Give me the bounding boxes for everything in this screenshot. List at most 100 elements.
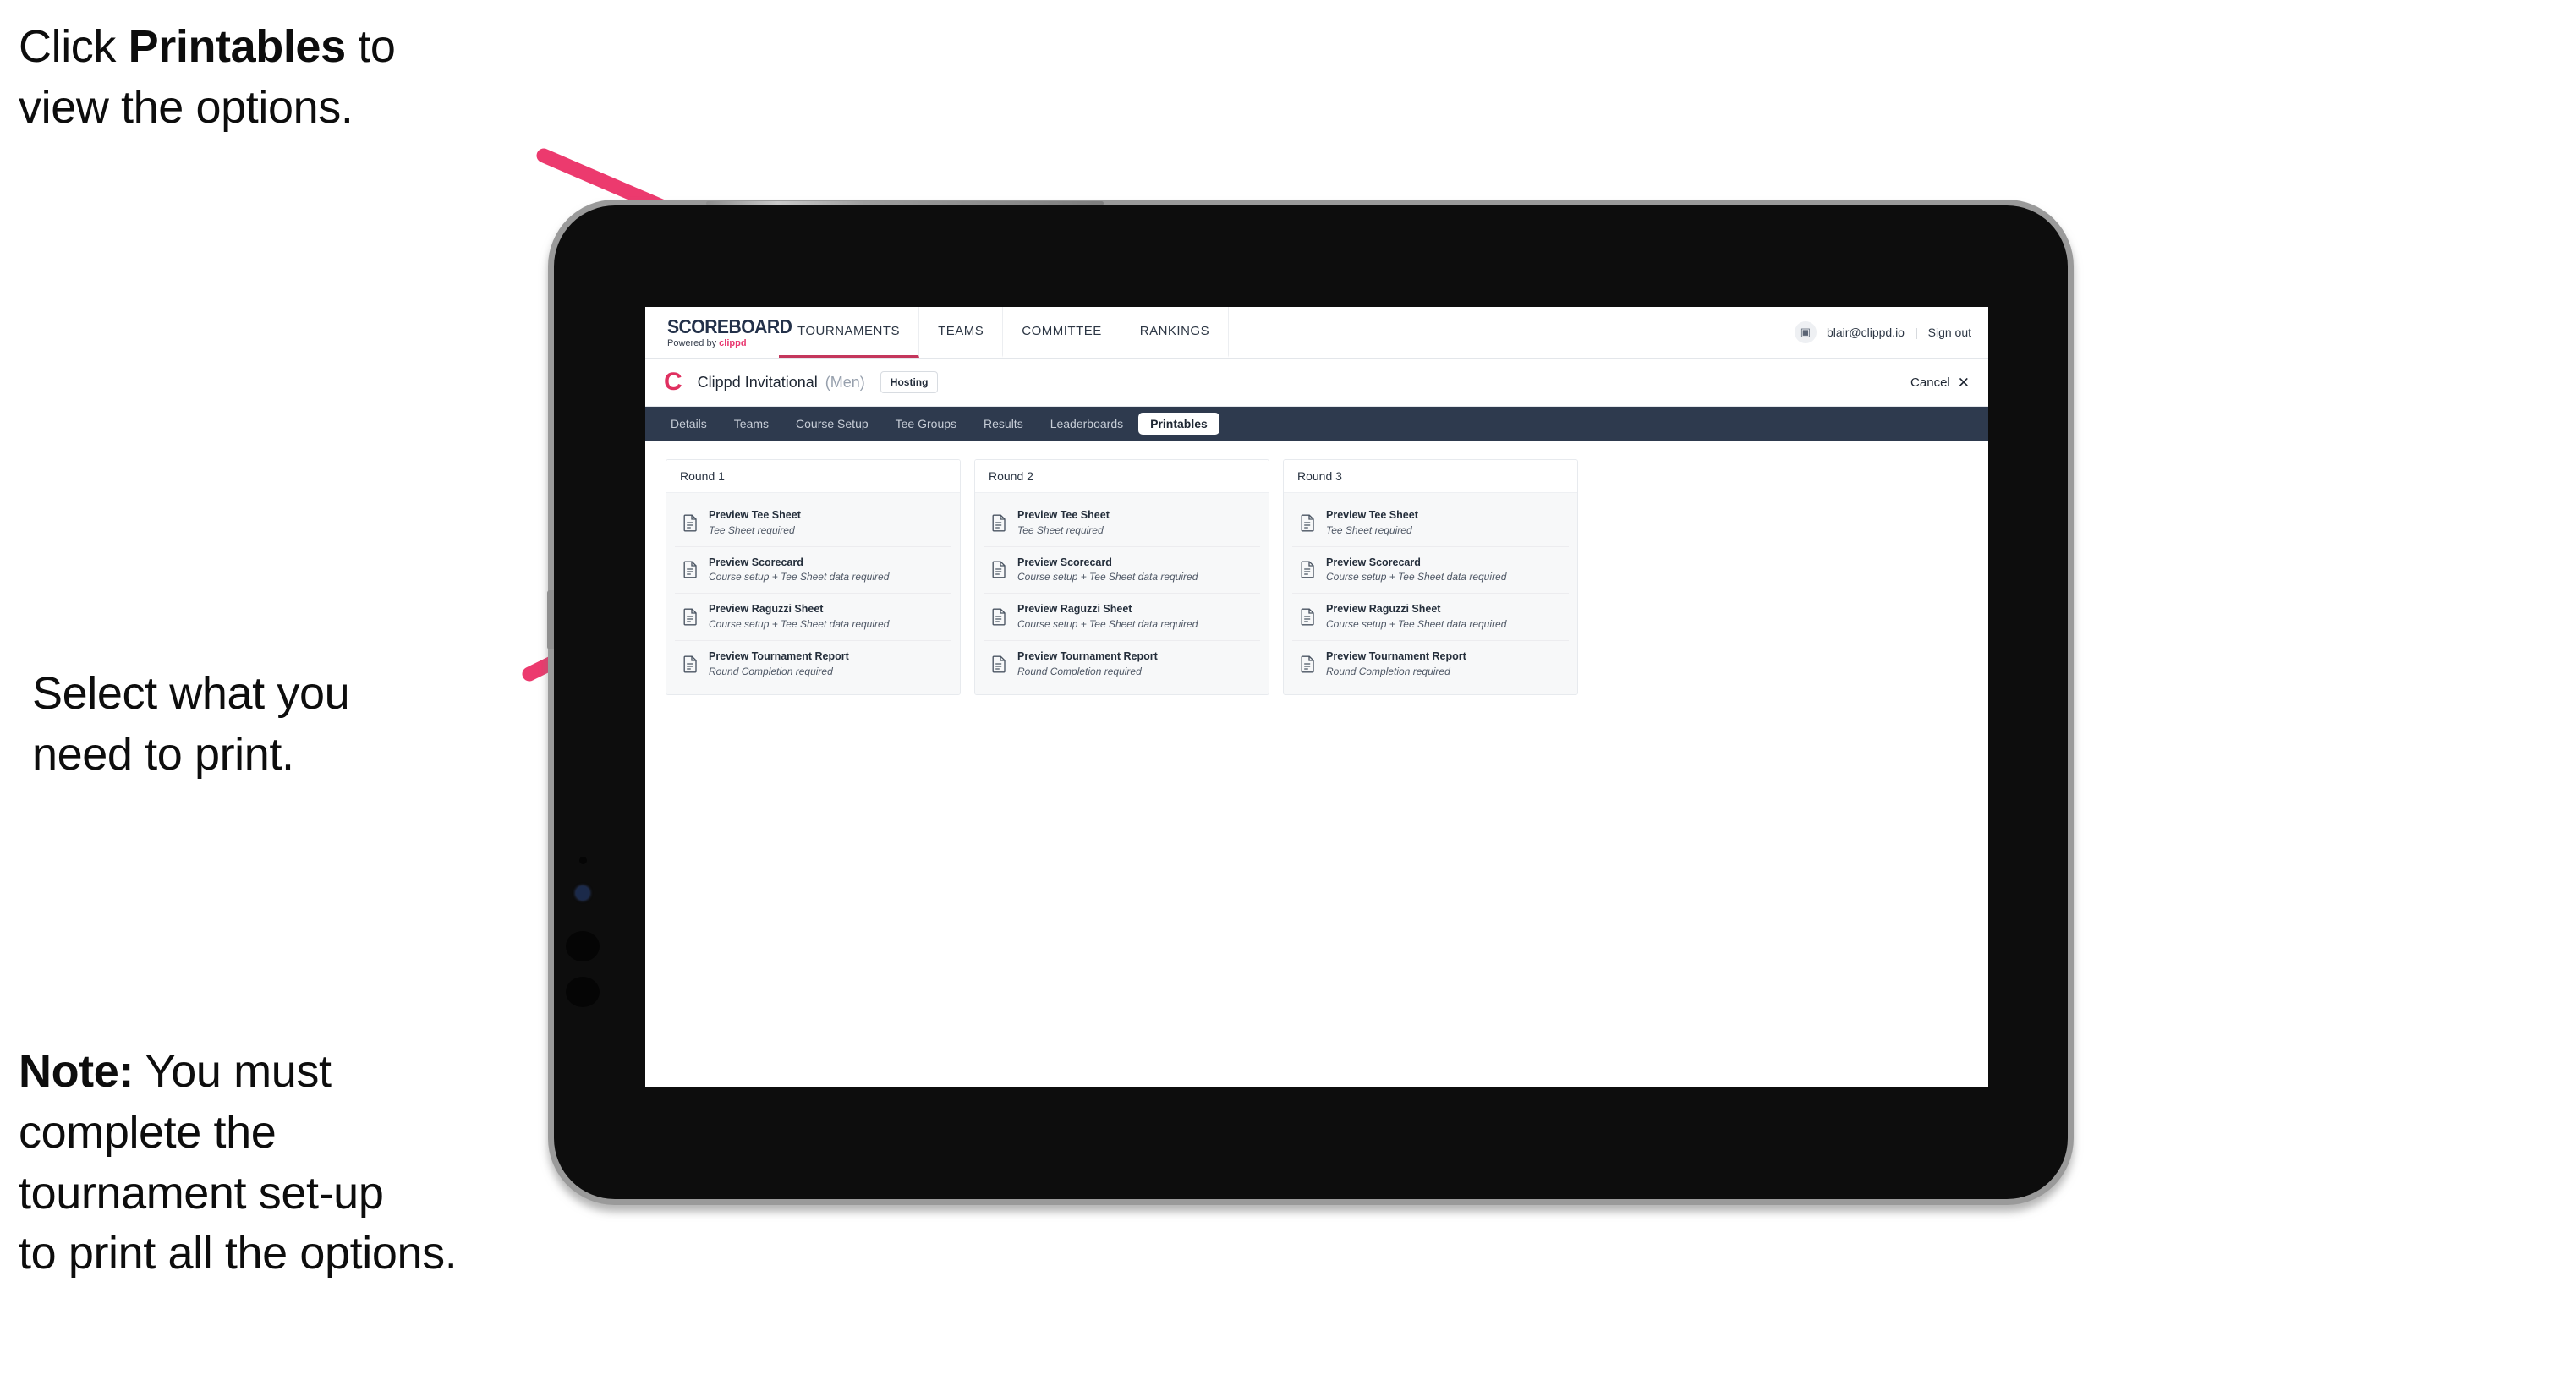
document-row-r3-1[interactable]: Preview Tee Sheet Tee Sheet required [1292, 500, 1569, 547]
document-icon [992, 514, 1006, 532]
document-row-r3-2[interactable]: Preview Scorecard Course setup + Tee She… [1292, 546, 1569, 594]
document-icon [1301, 655, 1315, 673]
tablet-sensor-icon [579, 857, 587, 864]
round-title-2: Round 2 [975, 460, 1269, 493]
document-icon [683, 655, 698, 673]
brand-title: SCOREBOARD [667, 315, 792, 337]
document-title: Preview Tournament Report [1326, 649, 1466, 662]
document-subtitle: Course setup + Tee Sheet data required [1017, 571, 1198, 583]
tab-teams[interactable]: Teams [722, 413, 781, 435]
document-text: Preview Tee Sheet Tee Sheet required [1326, 509, 1418, 537]
document-row-r1-1[interactable]: Preview Tee Sheet Tee Sheet required [675, 500, 951, 547]
document-icon [1301, 561, 1315, 578]
topnav-item-rankings[interactable]: RANKINGS [1121, 307, 1230, 358]
annotation-click-printables: Click Printables to view the options. [19, 17, 577, 139]
tablet-camera-icon [576, 886, 589, 900]
top-navigation-bar: SCOREBOARD Powered by clippd TOURNAMENTS… [645, 307, 1988, 359]
document-subtitle: Tee Sheet required [709, 523, 795, 536]
annotation-click-prefix: Click [19, 21, 129, 72]
document-subtitle: Tee Sheet required [1017, 523, 1104, 536]
document-subtitle: Tee Sheet required [1326, 523, 1412, 536]
document-subtitle: Round Completion required [1326, 665, 1450, 677]
document-row-r1-4[interactable]: Preview Tournament Report Round Completi… [675, 640, 951, 688]
document-title: Preview Raguzzi Sheet [1017, 603, 1132, 616]
round-title-1: Round 1 [666, 460, 960, 493]
user-email-label: blair@clippd.io [1826, 326, 1905, 339]
document-subtitle: Course setup + Tee Sheet data required [709, 617, 890, 630]
document-title: Preview Tee Sheet [1326, 509, 1418, 521]
tab-printables[interactable]: Printables [1138, 413, 1219, 435]
tablet-device-frame: SCOREBOARD Powered by clippd TOURNAMENTS… [547, 201, 2068, 1199]
tournament-gender-label: (Men) [825, 373, 865, 391]
topnav-item-committee[interactable]: COMMITTEE [1003, 307, 1121, 358]
tab-results[interactable]: Results [972, 413, 1035, 435]
document-title: Preview Tournament Report [1017, 649, 1158, 662]
document-subtitle: Round Completion required [709, 665, 833, 677]
tablet-side-button[interactable] [547, 590, 554, 649]
topnav-item-tournaments[interactable]: TOURNAMENTS [779, 307, 920, 358]
document-title: Preview Scorecard [1017, 556, 1112, 568]
document-row-r3-4[interactable]: Preview Tournament Report Round Completi… [1292, 640, 1569, 688]
document-row-r2-3[interactable]: Preview Raguzzi Sheet Course setup + Tee… [984, 594, 1260, 641]
cancel-label: Cancel [1910, 375, 1950, 390]
tab-leaderboards[interactable]: Leaderboards [1039, 413, 1135, 435]
annotation-note-bold: Note: [19, 1046, 134, 1097]
document-text: Preview Tee Sheet Tee Sheet required [709, 509, 801, 537]
document-text: Preview Scorecard Course setup + Tee She… [1017, 556, 1198, 584]
tab-course-setup[interactable]: Course Setup [784, 413, 880, 435]
cancel-button[interactable]: Cancel ✕ [1910, 375, 1970, 390]
document-subtitle: Course setup + Tee Sheet data required [1326, 617, 1507, 630]
user-avatar-icon[interactable]: ▣ [1794, 321, 1817, 343]
annotation-select-print: Select what you need to print. [32, 668, 350, 780]
document-icon [1301, 608, 1315, 626]
round-document-list: Preview Tee Sheet Tee Sheet required Pre… [1284, 493, 1577, 694]
document-row-r1-2[interactable]: Preview Scorecard Course setup + Tee She… [675, 546, 951, 594]
tournament-tab-strip: Details Teams Course Setup Tee Groups Re… [645, 407, 1988, 441]
clippd-c-logo-icon: C [664, 368, 682, 396]
document-text: Preview Scorecard Course setup + Tee She… [709, 556, 889, 584]
document-text: Preview Scorecard Course setup + Tee She… [1326, 556, 1506, 584]
topnav-user-area: ▣ blair@clippd.io | Sign out [1794, 307, 1988, 358]
tablet-bezel-dot-bottom [566, 977, 600, 1007]
round-document-list: Preview Tee Sheet Tee Sheet required Pre… [975, 493, 1269, 694]
tab-details[interactable]: Details [659, 413, 719, 435]
document-row-r2-2[interactable]: Preview Scorecard Course setup + Tee She… [984, 546, 1260, 594]
document-title: Preview Tee Sheet [1017, 509, 1110, 521]
document-title: Preview Scorecard [709, 556, 803, 568]
document-subtitle: Course setup + Tee Sheet data required [1326, 571, 1507, 583]
brand-sub-prefix: Powered by [667, 337, 720, 348]
document-icon [683, 514, 698, 532]
round-document-list: Preview Tee Sheet Tee Sheet required Pre… [666, 493, 960, 694]
document-text: Preview Raguzzi Sheet Course setup + Tee… [1326, 603, 1506, 631]
document-subtitle: Course setup + Tee Sheet data required [709, 571, 890, 583]
annotation-click-bold: Printables [128, 21, 346, 72]
sign-out-link[interactable]: Sign out [1928, 326, 1971, 339]
document-row-r3-3[interactable]: Preview Raguzzi Sheet Course setup + Tee… [1292, 594, 1569, 641]
tab-tee-groups[interactable]: Tee Groups [884, 413, 968, 435]
hosting-status-badge: Hosting [880, 371, 939, 393]
document-icon [683, 608, 698, 626]
document-icon [992, 561, 1006, 578]
document-text: Preview Raguzzi Sheet Course setup + Tee… [1017, 603, 1198, 631]
round-column-2: Round 2 Preview Tee Sheet Tee Sheet requ… [974, 459, 1269, 695]
document-text: Preview Raguzzi Sheet Course setup + Tee… [709, 603, 889, 631]
document-row-r1-3[interactable]: Preview Raguzzi Sheet Course setup + Tee… [675, 594, 951, 641]
tournament-name: Clippd Invitational [697, 373, 818, 391]
document-title: Preview Tee Sheet [709, 509, 801, 521]
document-subtitle: Round Completion required [1017, 665, 1142, 677]
brand-sub-keyword: clippd [719, 337, 747, 348]
document-text: Preview Tournament Report Round Completi… [1326, 650, 1466, 678]
document-row-r2-1[interactable]: Preview Tee Sheet Tee Sheet required [984, 500, 1260, 547]
scoreboard-logo[interactable]: SCOREBOARD Powered by clippd [645, 307, 792, 358]
document-text: Preview Tournament Report Round Completi… [709, 650, 849, 678]
close-icon: ✕ [1957, 374, 1970, 391]
document-row-r2-4[interactable]: Preview Tournament Report Round Completi… [984, 640, 1260, 688]
document-icon [683, 561, 698, 578]
document-icon [1301, 514, 1315, 532]
document-icon [992, 655, 1006, 673]
document-title: Preview Raguzzi Sheet [1326, 603, 1441, 616]
topnav-item-teams[interactable]: TEAMS [919, 307, 1004, 358]
tablet-bezel-dot-top [566, 931, 600, 961]
document-subtitle: Course setup + Tee Sheet data required [1017, 617, 1198, 630]
round-column-1: Round 1 Preview Tee Sheet Tee Sheet requ… [666, 459, 961, 695]
